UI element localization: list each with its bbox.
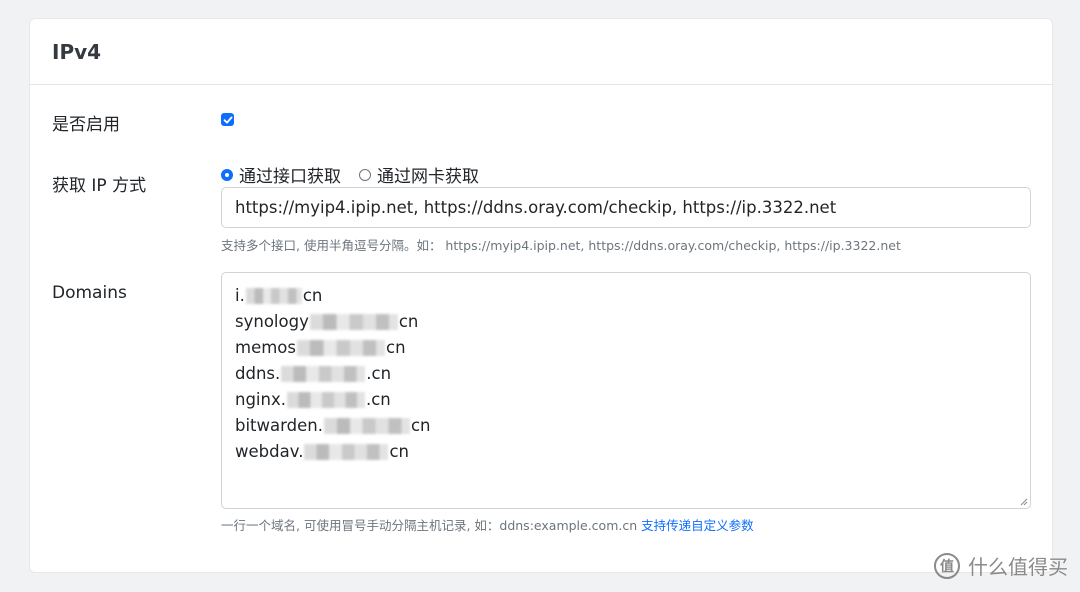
- card-header: IPv4: [30, 19, 1052, 85]
- domain-line: bitwarden. cn: [235, 413, 1017, 439]
- watermark-logo-icon: 值: [934, 552, 960, 579]
- domains-textarea[interactable]: i. cn synology cn memos cn ddns. .cn ngi…: [221, 272, 1031, 509]
- radio-checked-icon: [221, 168, 233, 181]
- ip-method-label: 获取 IP 方式: [52, 176, 147, 196]
- ipv4-card: IPv4 是否启用 获取 IP 方式 通过接口获取 通过网卡获取 https:/…: [29, 18, 1053, 573]
- domains-label: Domains: [52, 283, 127, 303]
- resize-handle-icon[interactable]: [1020, 498, 1028, 506]
- enable-label: 是否启用: [52, 115, 120, 135]
- domain-line: i. cn: [235, 283, 1017, 309]
- domain-suffix: cn: [386, 338, 406, 357]
- ip-api-help: 支持多个接口, 使用半角逗号分隔。如： https://myip4.ipip.n…: [221, 238, 901, 253]
- domain-suffix: cn: [410, 416, 431, 435]
- domain-prefix: nginx.: [235, 390, 286, 409]
- redacted-text: [245, 288, 302, 304]
- card-title: IPv4: [52, 39, 102, 64]
- domain-suffix: cn: [398, 312, 419, 331]
- domain-prefix: webdav.: [235, 442, 304, 461]
- domains-help-text: 一行一个域名, 可使用冒号手动分隔主机记录, 如：ddns:example.co…: [221, 518, 638, 533]
- domain-prefix: synology: [235, 312, 309, 331]
- watermark-text: 什么值得买: [968, 555, 1068, 579]
- custom-params-link[interactable]: 支持传递自定义参数: [641, 518, 754, 533]
- radio-via-api-label: 通过接口获取: [239, 167, 341, 187]
- radio-via-nic-label: 通过网卡获取: [377, 167, 479, 187]
- redacted-text: [323, 418, 410, 434]
- domain-suffix: cn: [389, 442, 409, 461]
- domain-suffix: .cn: [366, 364, 392, 383]
- redacted-text: [304, 444, 389, 460]
- domain-line: nginx. .cn: [235, 387, 1017, 413]
- redacted-text: [309, 314, 398, 330]
- domain-prefix: memos: [235, 338, 296, 357]
- redacted-text: [281, 366, 366, 382]
- radio-via-nic[interactable]: 通过网卡获取: [359, 162, 479, 187]
- domain-line: memos cn: [235, 335, 1017, 361]
- watermark: 值 什么值得买: [934, 551, 1068, 580]
- domain-line: synology cn: [235, 309, 1017, 335]
- check-icon: [223, 116, 232, 123]
- enable-checkbox[interactable]: [221, 113, 234, 126]
- redacted-text: [286, 392, 365, 408]
- domain-prefix: bitwarden.: [235, 416, 323, 435]
- ip-method-radio-group: 通过接口获取 通过网卡获取: [221, 162, 497, 187]
- domain-suffix: cn: [302, 286, 323, 305]
- domain-line: ddns. .cn: [235, 361, 1017, 387]
- ip-api-input[interactable]: https://myip4.ipip.net, https://ddns.ora…: [221, 187, 1031, 228]
- radio-via-api[interactable]: 通过接口获取: [221, 162, 341, 187]
- domain-suffix: .cn: [365, 390, 391, 409]
- domain-prefix: ddns.: [235, 364, 281, 383]
- radio-unchecked-icon: [359, 168, 371, 181]
- domains-help: 一行一个域名, 可使用冒号手动分隔主机记录, 如：ddns:example.co…: [221, 515, 754, 534]
- redacted-text: [297, 340, 385, 356]
- domain-line: webdav. cn: [235, 439, 1017, 465]
- domain-prefix: i.: [235, 286, 245, 305]
